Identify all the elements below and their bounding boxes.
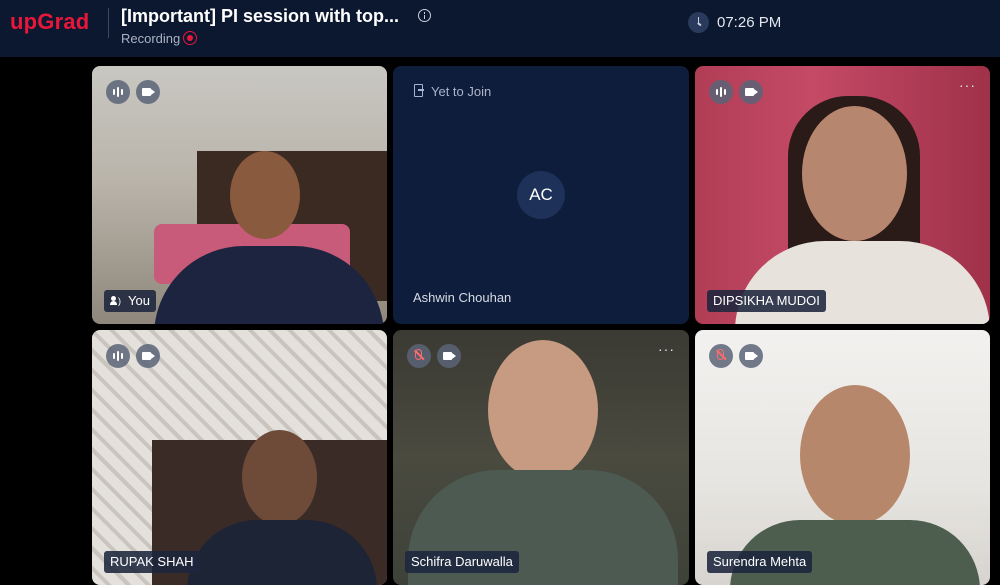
sound-wave-icon: ) [118,296,121,306]
audio-bars-icon [716,87,726,97]
session-title: [Important] PI session with top... [121,6,400,26]
mic-off-icon [717,349,724,360]
clock-time: 07:26 PM [717,14,782,31]
speaking-user-icon [110,296,118,305]
participant-name: Surendra Mehta [713,554,807,569]
camera-indicator [739,344,763,368]
video-tile-dipsikha-mudoi[interactable]: ··· DIPSIKHA MUDOI [695,66,990,324]
camera-indicator [136,344,160,368]
more-options-icon[interactable]: ··· [959,78,976,92]
audio-level-indicator [106,344,130,368]
participant-name-tag: ) You [104,290,156,312]
mic-muted-indicator [407,344,431,368]
door-exit-icon [414,84,424,97]
participant-head [488,340,598,480]
video-tile-you[interactable]: ) You [92,66,387,324]
info-icon[interactable] [418,9,431,22]
more-options-icon[interactable]: ··· [658,342,675,356]
participant-head [230,151,300,239]
video-tile-surendra-mehta[interactable]: Surendra Mehta [695,330,990,585]
participant-name-tag: DIPSIKHA MUDOI [707,290,826,312]
video-tile-schifra-daruwalla[interactable]: ··· Schifra Daruwalla [393,330,689,585]
audio-level-indicator [709,80,733,104]
camera-icon [142,88,151,96]
mic-muted-indicator [709,344,733,368]
recording-dot-icon [183,31,197,45]
header-divider [108,8,109,38]
camera-icon [745,352,754,360]
participant-name: DIPSIKHA MUDOI [713,293,820,308]
camera-indicator [739,80,763,104]
clock-icon [688,12,709,33]
participant-name: You [128,293,150,308]
participant-head [800,385,910,525]
participant-head [802,106,907,241]
participant-name: Schifra Daruwalla [411,554,513,569]
top-bar: upGrad [Important] PI session with top..… [0,0,1000,57]
participant-name-tag: RUPAK SHAH [104,551,200,573]
recording-label: Recording [121,31,181,46]
avatar-initials: AC [517,171,565,219]
audio-bars-icon [113,87,123,97]
audio-bars-icon [113,351,123,361]
camera-icon [745,88,754,96]
join-status: Yet to Join [431,84,492,99]
camera-indicator [437,344,461,368]
participant-name: Ashwin Chouhan [413,290,512,305]
mic-off-icon [415,349,422,360]
participant-name: RUPAK SHAH [110,554,194,569]
video-tile-ashwin-chouhan[interactable]: Yet to Join AC Ashwin Chouhan [393,66,689,324]
camera-indicator [136,80,160,104]
participant-name-tag: Schifra Daruwalla [405,551,519,573]
video-tile-rupak-shah[interactable]: RUPAK SHAH [92,330,387,585]
camera-icon [142,352,151,360]
camera-icon [443,352,452,360]
upgrad-logo: upGrad [10,9,90,34]
audio-level-indicator [106,80,130,104]
participant-head [242,430,317,525]
participant-name-tag: Surendra Mehta [707,551,813,573]
